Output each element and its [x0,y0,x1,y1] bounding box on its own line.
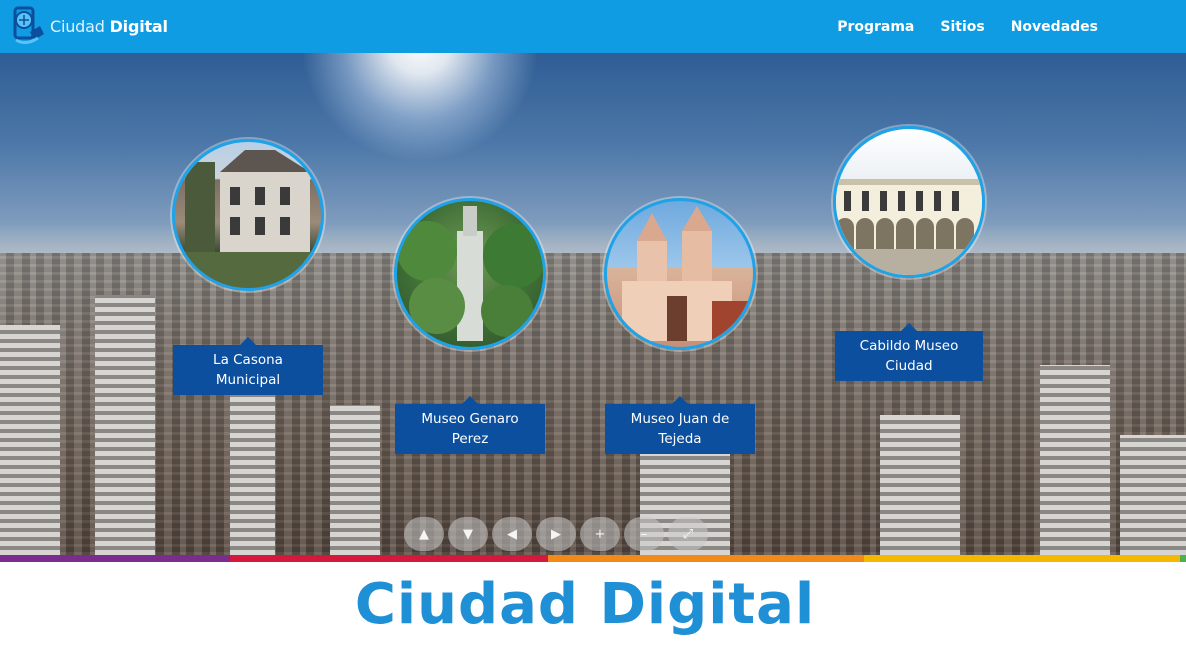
brand-name-bold: Digital [109,16,168,36]
phone-city-icon [10,6,46,46]
color-stripe [0,555,1186,562]
building-photo-icon[interactable] [172,139,324,291]
top-navbar: Ciudad Digital Programa Sitios Novedades [0,0,1186,53]
hotspot-label[interactable]: Cabildo Museo Ciudad [835,323,983,381]
hotspot-label[interactable]: Museo Genaro Perez [395,396,545,454]
hotspot-label[interactable]: Museo Juan de Tejeda [605,396,755,454]
zoom-in-icon[interactable]: + [580,517,620,551]
panorama-viewer[interactable]: La Casona Municipal Museo Genaro Perez M… [0,53,1186,555]
building-photo-icon[interactable] [394,198,546,350]
nav-programa[interactable]: Programa [837,19,914,35]
stripe-green [1180,555,1186,562]
zoom-out-icon[interactable]: – [624,517,664,551]
brand-name-light: Ciudad [50,16,105,36]
stripe-red [230,555,548,562]
stripe-yellow [864,555,1180,562]
brand-name: Ciudad Digital [50,17,168,36]
sun-glare [300,53,540,163]
up-arrow-icon[interactable]: ▲ [404,517,444,551]
stripe-purple [0,555,230,562]
left-arrow-icon[interactable]: ◀ [492,517,532,551]
church-photo-icon[interactable] [604,198,756,350]
page-title: Ciudad Digital [354,572,816,637]
main-nav: Programa Sitios Novedades [837,0,1098,53]
city-skyline [0,253,1186,555]
panorama-controls: ▲ ▼ ◀ ▶ + – ⤢ [404,517,708,551]
colonnade-photo-icon[interactable] [833,126,985,278]
right-arrow-icon[interactable]: ▶ [536,517,576,551]
hotspot-label[interactable]: La Casona Municipal [173,337,323,395]
stripe-orange [548,555,864,562]
nav-sitios[interactable]: Sitios [940,19,984,35]
brand-logo[interactable]: Ciudad Digital [10,6,168,46]
fullscreen-icon[interactable]: ⤢ [668,517,708,551]
nav-novedades[interactable]: Novedades [1011,19,1098,35]
down-arrow-icon[interactable]: ▼ [448,517,488,551]
